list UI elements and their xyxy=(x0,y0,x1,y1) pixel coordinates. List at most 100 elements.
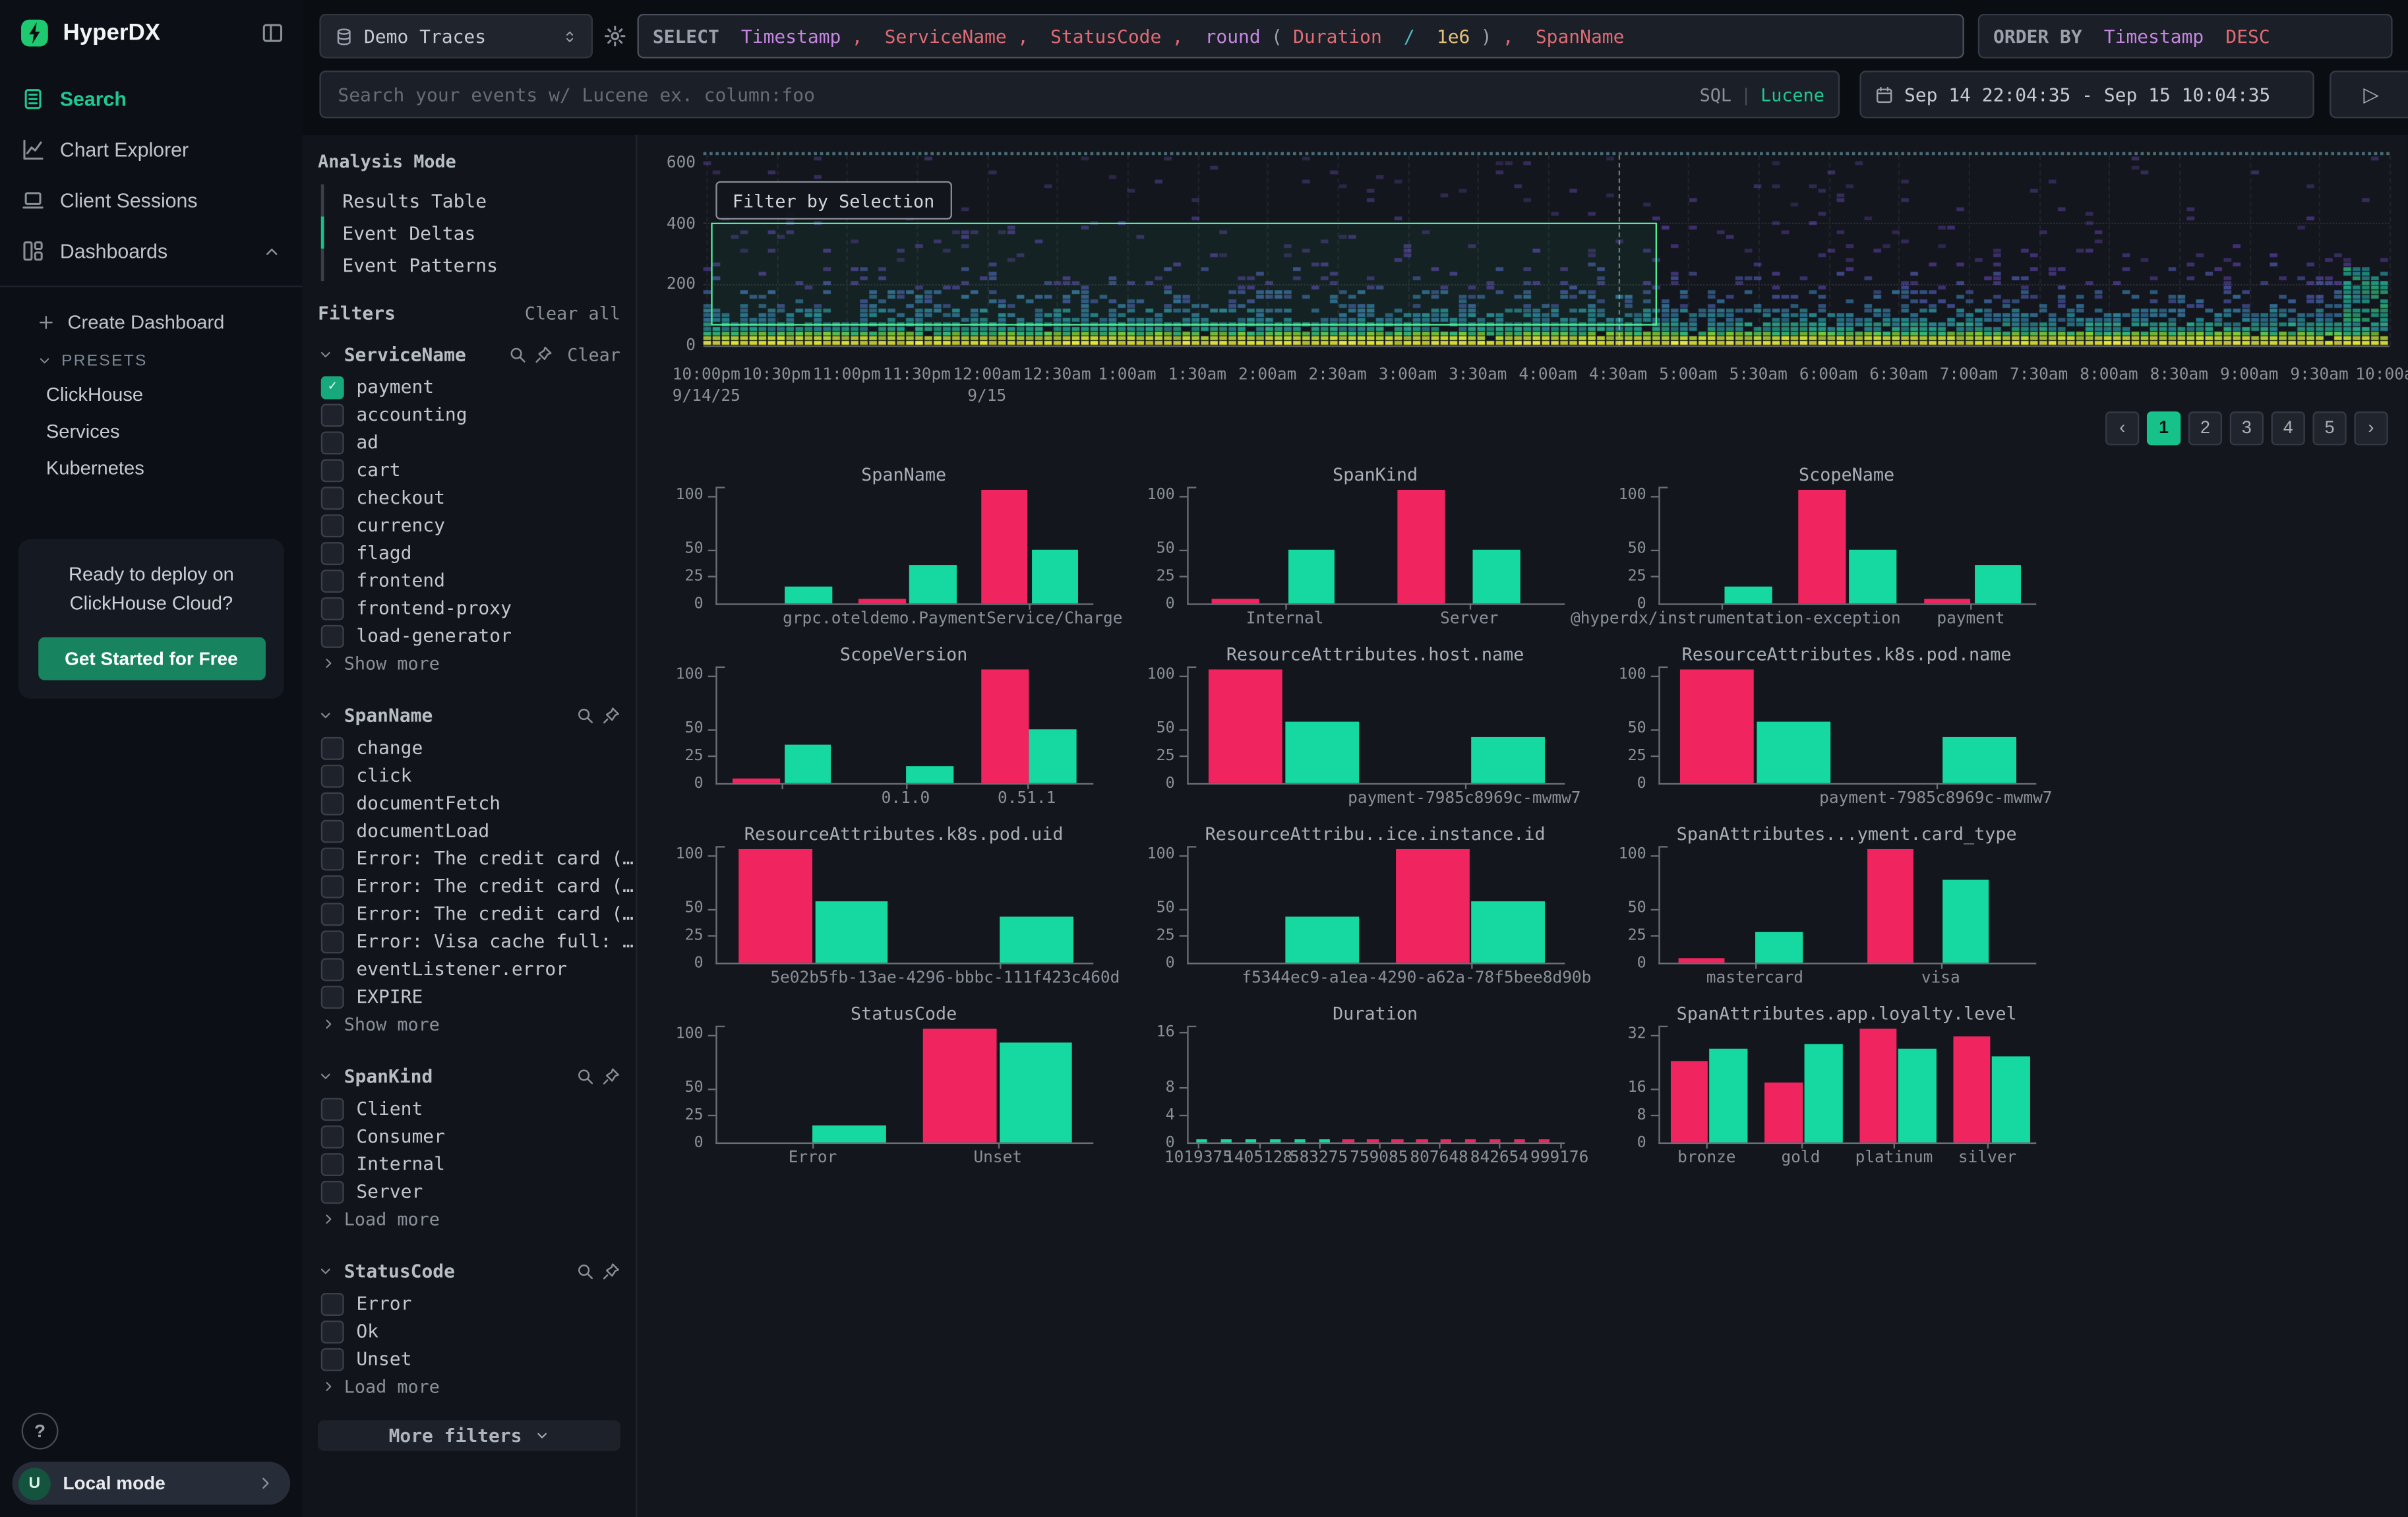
checkbox[interactable] xyxy=(321,985,344,1008)
checkbox[interactable] xyxy=(321,624,344,647)
filter-option[interactable]: Ok xyxy=(303,1317,636,1345)
filter-option[interactable]: currency xyxy=(303,512,636,539)
filter-option[interactable]: frontend xyxy=(303,566,636,594)
lucene-toggle[interactable]: Lucene xyxy=(1761,84,1824,105)
filter-group-header[interactable]: ServiceNameClear xyxy=(303,336,636,373)
sidebar-item-search[interactable]: Search xyxy=(0,74,303,125)
checkbox[interactable] xyxy=(321,902,344,925)
filter-option[interactable]: Unset xyxy=(303,1345,636,1373)
filter-option[interactable]: Server xyxy=(303,1177,636,1205)
filter-option[interactable]: Client xyxy=(303,1095,636,1123)
page-button-4[interactable]: 4 xyxy=(2272,411,2305,445)
sidebar-item-kubernetes[interactable]: Kubernetes xyxy=(0,450,303,487)
checkbox[interactable] xyxy=(321,930,344,953)
filter-option[interactable]: Error: Visa cache full: … xyxy=(303,928,636,955)
page-button-1[interactable]: 1 xyxy=(2147,411,2181,445)
order-by-input[interactable]: ORDER BY Timestamp DESC xyxy=(1978,14,2393,59)
select-query-input[interactable]: SELECT Timestamp, ServiceName, StatusCod… xyxy=(638,14,1964,59)
show-more-button[interactable]: Load more xyxy=(303,1205,636,1233)
checkbox[interactable] xyxy=(321,957,344,980)
source-selector[interactable]: Demo Traces xyxy=(319,14,593,59)
sidebar-item-clickhouse[interactable]: ClickHouse xyxy=(0,376,303,413)
filter-option[interactable]: frontend-proxy xyxy=(303,594,636,622)
checkbox[interactable] xyxy=(321,847,344,870)
filter-group-header[interactable]: SpanKind xyxy=(303,1058,636,1095)
sql-toggle[interactable]: SQL xyxy=(1700,84,1731,105)
checkbox[interactable] xyxy=(321,486,344,509)
analysis-option-event-deltas[interactable]: Event Deltas xyxy=(321,216,636,249)
filter-option[interactable]: load-generator xyxy=(303,622,636,649)
checkbox[interactable] xyxy=(321,1320,344,1343)
page-next-button[interactable]: › xyxy=(2354,411,2388,445)
page-button-2[interactable]: 2 xyxy=(2188,411,2222,445)
more-filters-button[interactable]: More filters xyxy=(318,1420,620,1451)
filter-option[interactable]: documentLoad xyxy=(303,817,636,845)
filter-option[interactable]: Error: The credit card (… xyxy=(303,872,636,900)
checkbox[interactable] xyxy=(321,792,344,815)
filter-option[interactable]: ✓payment xyxy=(303,373,636,401)
checkbox[interactable] xyxy=(321,541,344,564)
run-query-button[interactable]: ▷ xyxy=(2330,71,2408,118)
filter-option[interactable]: change xyxy=(303,734,636,761)
checkbox[interactable] xyxy=(321,514,344,537)
help-button[interactable]: ? xyxy=(22,1413,59,1450)
checkbox[interactable] xyxy=(321,819,344,843)
clear-all-button[interactable]: Clear all xyxy=(525,303,620,324)
sidebar-item-client-sessions[interactable]: Client Sessions xyxy=(0,175,303,226)
filter-option[interactable]: Error xyxy=(303,1290,636,1317)
heatmap-selection[interactable] xyxy=(711,223,1657,326)
get-started-button[interactable]: Get Started for Free xyxy=(38,636,265,679)
bar xyxy=(1765,1083,1803,1143)
show-more-button[interactable]: Show more xyxy=(303,649,636,677)
search-input[interactable] xyxy=(335,82,1689,107)
checkbox[interactable] xyxy=(321,597,344,620)
filter-option[interactable]: flagd xyxy=(303,539,636,566)
filter-option[interactable]: documentFetch xyxy=(303,789,636,817)
gear-icon[interactable] xyxy=(603,24,626,47)
create-dashboard-button[interactable]: Create Dashboard xyxy=(0,303,303,343)
checkbox[interactable] xyxy=(321,569,344,592)
filter-option[interactable]: EXPIRE xyxy=(303,983,636,1011)
collapse-sidebar-icon[interactable] xyxy=(261,22,284,45)
analysis-option-event-patterns[interactable]: Event Patterns xyxy=(321,249,636,281)
filter-option[interactable]: Error: The credit card (… xyxy=(303,900,636,928)
sidebar-item-dashboards[interactable]: Dashboards xyxy=(0,225,303,276)
filter-option[interactable]: ad xyxy=(303,429,636,456)
checkbox[interactable] xyxy=(321,1152,344,1175)
filter-group-header[interactable]: SpanName xyxy=(303,697,636,734)
filter-option[interactable]: Internal xyxy=(303,1150,636,1177)
show-more-button[interactable]: Load more xyxy=(303,1373,636,1400)
filter-option[interactable]: Error: The credit card (… xyxy=(303,845,636,872)
checkbox[interactable] xyxy=(321,736,344,759)
checkbox[interactable]: ✓ xyxy=(321,375,344,398)
clear-group-button[interactable]: Clear xyxy=(567,344,620,366)
filter-option[interactable]: cart xyxy=(303,456,636,484)
page-button-5[interactable]: 5 xyxy=(2312,411,2346,445)
presets-toggle[interactable]: PRESETS xyxy=(0,342,303,376)
page-button-3[interactable]: 3 xyxy=(2230,411,2264,445)
checkbox[interactable] xyxy=(321,403,344,426)
filter-option[interactable]: eventListener.error xyxy=(303,955,636,983)
filter-by-selection-button[interactable]: Filter by Selection xyxy=(715,181,951,220)
page-prev-button[interactable]: ‹ xyxy=(2105,411,2139,445)
filter-option[interactable]: Consumer xyxy=(303,1122,636,1150)
checkbox[interactable] xyxy=(321,1348,344,1371)
checkbox[interactable] xyxy=(321,874,344,897)
checkbox[interactable] xyxy=(321,1125,344,1148)
filter-option[interactable]: checkout xyxy=(303,484,636,512)
sidebar-item-chart-explorer[interactable]: Chart Explorer xyxy=(0,125,303,175)
checkbox[interactable] xyxy=(321,1180,344,1203)
analysis-option-results-table[interactable]: Results Table xyxy=(321,184,636,216)
checkbox[interactable] xyxy=(321,458,344,481)
local-mode-button[interactable]: U Local mode xyxy=(13,1462,291,1504)
date-range-picker[interactable]: Sep 14 22:04:35 - Sep 15 10:04:35 xyxy=(1859,71,2314,118)
checkbox[interactable] xyxy=(321,1097,344,1120)
filter-option[interactable]: accounting xyxy=(303,401,636,429)
filter-option[interactable]: click xyxy=(303,761,636,789)
sidebar-item-services[interactable]: Services xyxy=(0,413,303,450)
show-more-button[interactable]: Show more xyxy=(303,1010,636,1038)
filter-group-header[interactable]: StatusCode xyxy=(303,1253,636,1290)
checkbox[interactable] xyxy=(321,764,344,787)
checkbox[interactable] xyxy=(321,1292,344,1315)
checkbox[interactable] xyxy=(321,431,344,454)
